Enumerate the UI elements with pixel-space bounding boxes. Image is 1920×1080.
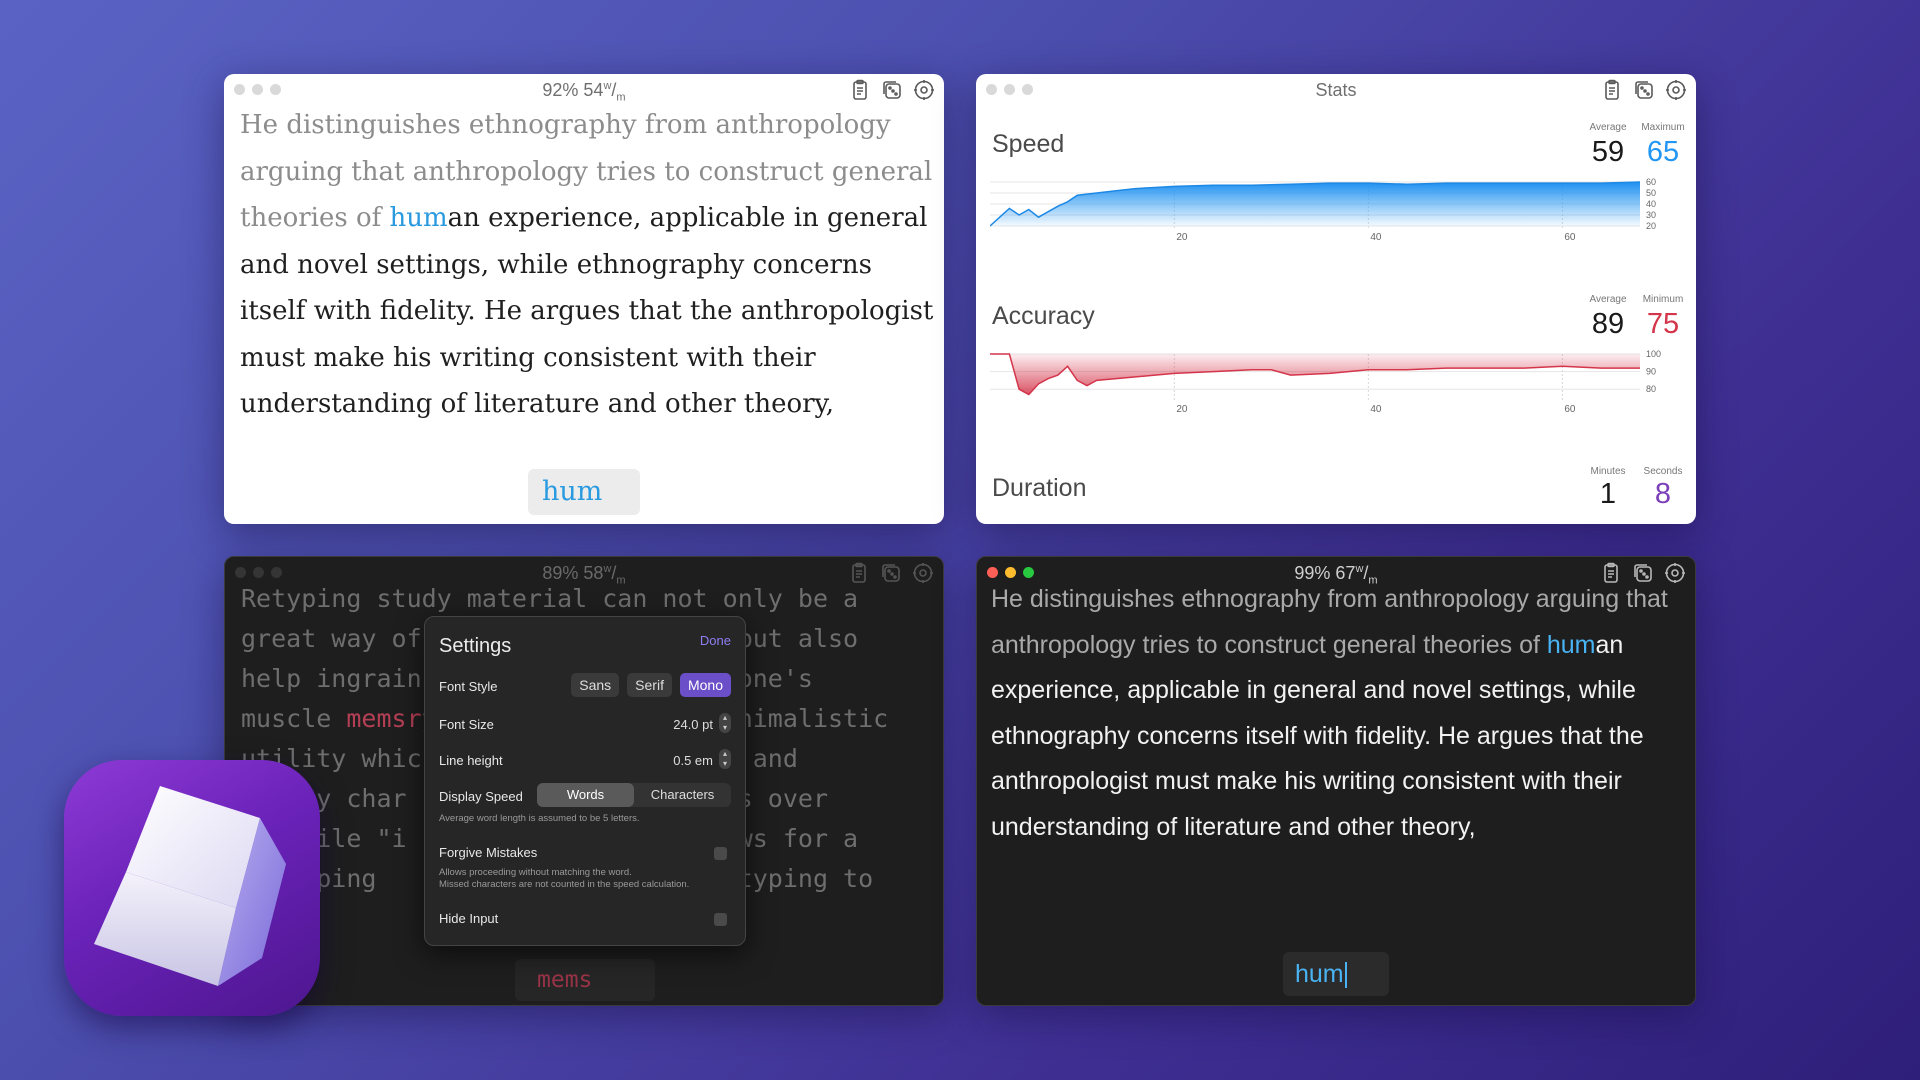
wrong-word: memsr [346,704,422,733]
font-style-sans[interactable]: Sans [571,673,620,697]
word-input[interactable]: hum [1283,952,1389,996]
display-speed-segmented: Words Characters [537,783,731,807]
x-tick-label: 40 [1370,404,1382,415]
done-button[interactable]: Done [700,633,731,648]
accuracy-minimum: 75 [1646,308,1680,340]
x-tick-label: 60 [1564,404,1576,415]
hide-input-checkbox[interactable] [714,913,727,926]
speed-average: 59 [1591,136,1625,168]
font-size-value: 24.0 pt [673,717,713,732]
remaining-text: an experience, applicable in general and… [240,203,934,419]
x-tick-label: 40 [1370,232,1382,243]
forgive-mistakes-checkbox[interactable] [714,847,727,860]
duration-label: Duration [992,474,1087,502]
speed-label: Speed [992,130,1065,158]
hide-input-label: Hide Input [439,911,499,926]
clipboard-icon[interactable] [1600,78,1624,102]
font-style-segmented: Sans Serif Mono [571,673,731,697]
word-input[interactable]: mems [515,959,655,1001]
window-title: Stats [1315,80,1357,100]
display-speed-words[interactable]: Words [537,783,634,807]
speed-maximum: 65 [1646,136,1680,168]
speed-maximum-label: Maximum [1641,122,1685,133]
accuracy-minimum-label: Minimum [1642,294,1684,305]
text-line: Retyping study material can not only be … [241,584,859,613]
y-tick-label: 50 [1646,188,1656,198]
display-speed-label: Display Speed [439,789,523,804]
forgive-mistakes-label: Forgive Mistakes [439,845,538,860]
font-style-serif[interactable]: Serif [627,673,672,697]
accuracy-average-label: Average [1589,294,1627,305]
font-style-mono[interactable]: Mono [679,673,731,697]
accuracy-average: 89 [1591,308,1625,340]
x-tick-label: 20 [1176,404,1188,415]
y-tick-label: 30 [1646,210,1656,220]
y-tick-label: 90 [1646,367,1656,377]
clipboard-icon[interactable] [848,78,872,102]
accuracy-chart: 100 90 80 20 40 60 [990,349,1661,415]
font-size-label: Font Size [439,717,494,732]
series-area [990,182,1640,226]
typing-window-dark: 99% 67w/m He distinguishes ethnography f… [976,556,1696,1006]
typing-text: He distinguishes ethnography from anthro… [991,577,1681,850]
forgive-mistakes-note: Allows proceeding without matching the w… [439,867,690,890]
y-tick-label: 20 [1646,221,1656,231]
font-size-stepper[interactable]: ▴ ▾ [719,713,731,733]
remaining-text: an experience, applicable in general and… [991,630,1644,841]
settings-gear-icon[interactable] [1664,78,1688,102]
toolbar [1600,78,1688,102]
line-height-value: 0.5 em [673,753,713,768]
duration-minutes-label: Minutes [1590,466,1626,477]
word-input[interactable]: hum [528,469,640,515]
window-title: 92% 54w/m [542,80,626,104]
x-tick-label: 60 [1564,232,1576,243]
font-style-label: Font Style [439,679,498,694]
dice-icon[interactable] [880,78,904,102]
x-tick-label: 20 [1176,232,1188,243]
dice-icon[interactable] [1632,78,1656,102]
accuracy-label: Accuracy [992,302,1095,330]
line-height-label: Line height [439,753,503,768]
y-tick-label: 80 [1646,384,1656,394]
y-tick-label: 40 [1646,199,1656,209]
current-word-typed: hum [389,203,448,233]
display-speed-note: Average word length is assumed to be 5 l… [439,813,640,824]
settings-gear-icon[interactable] [912,78,936,102]
duration-seconds: 8 [1654,478,1672,510]
current-word-typed: hum [1546,630,1596,659]
typing-window-light: 92% 54w/m He distinguishes ethnography f… [224,74,944,524]
keycap-icon [94,786,286,986]
settings-title: Settings [439,635,512,657]
settings-popover: Settings Done Font Style Sans Serif Mono… [424,616,746,946]
stats-window: Stats Speed Average Maximum 59 65 60 50 40… [976,74,1696,524]
speed-average-label: Average [1589,122,1627,133]
app-icon [64,760,320,1016]
speed-chart: 605040302020 40 60 [990,177,1656,243]
display-speed-characters[interactable]: Characters [634,783,731,807]
text-caret [1344,962,1347,989]
y-tick-label: 100 [1646,349,1661,359]
line-height-stepper[interactable]: ▴ ▾ [719,749,731,769]
y-tick-label: 60 [1646,177,1656,187]
typing-text: He distinguishes ethnography from anthro… [240,102,940,428]
duration-minutes: 1 [1599,478,1617,510]
toolbar [848,78,936,102]
duration-seconds-label: Seconds [1643,466,1683,477]
